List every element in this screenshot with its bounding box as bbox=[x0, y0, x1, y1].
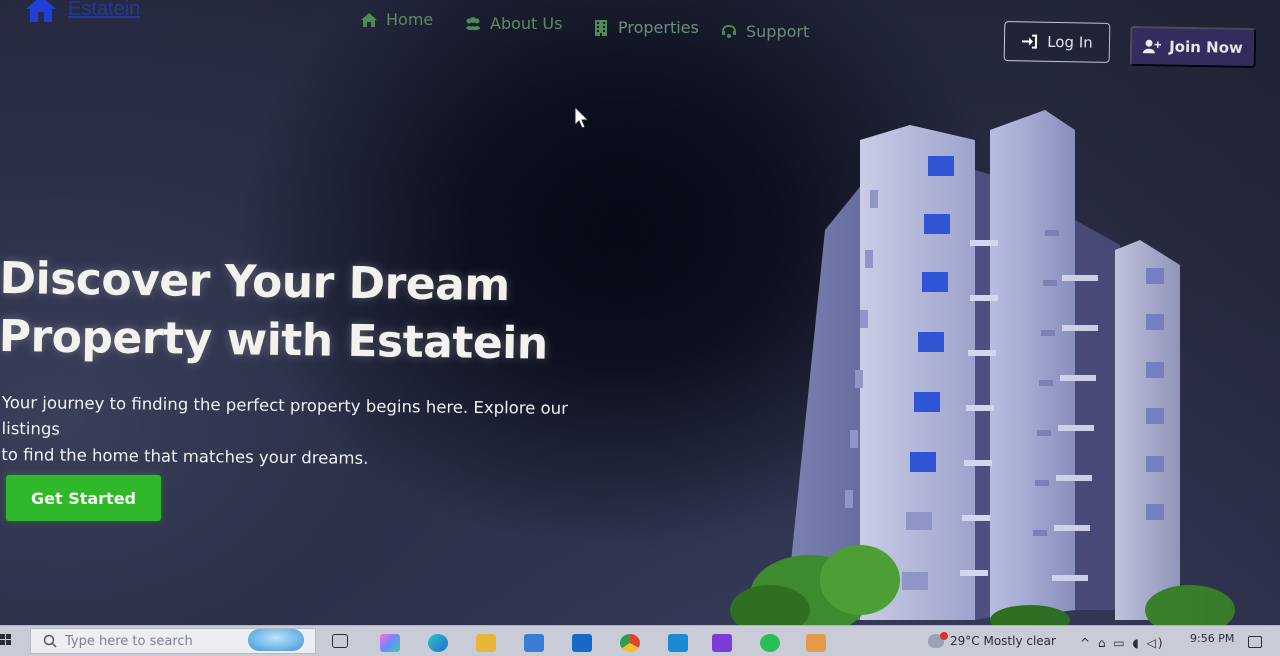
nav-properties[interactable]: Properties bbox=[592, 18, 699, 37]
hero-title-line-1: Discover Your Dream bbox=[0, 252, 511, 312]
login-button[interactable]: Log In bbox=[1003, 21, 1111, 63]
hero-subtitle-line-1: Your journey to finding the perfect prop… bbox=[1, 392, 569, 439]
brand-name: Estatein bbox=[68, 0, 141, 20]
hero-building-image bbox=[730, 110, 1235, 630]
nav-properties-label: Properties bbox=[618, 18, 699, 37]
join-label: Join Now bbox=[1169, 37, 1243, 57]
taskbar-search-placeholder: Type here to search bbox=[65, 633, 193, 649]
chrome-icon[interactable] bbox=[620, 634, 640, 652]
app-icon[interactable] bbox=[806, 634, 826, 652]
weather-icon bbox=[928, 632, 948, 648]
edge-browser-icon[interactable] bbox=[428, 634, 448, 652]
nav-support[interactable]: Support bbox=[720, 22, 809, 41]
windows-taskbar: Type here to search 29°C Mostly clear ^ … bbox=[0, 625, 1280, 656]
taskbar-weather[interactable]: 29°C Mostly clear bbox=[928, 632, 1056, 648]
hero-title: Discover Your Dream Property with Estate… bbox=[0, 250, 560, 374]
vscode-icon[interactable] bbox=[668, 634, 688, 652]
search-icon bbox=[43, 634, 57, 648]
get-started-button[interactable]: Get Started bbox=[6, 475, 161, 521]
home-logo-icon bbox=[26, 0, 56, 22]
join-button[interactable]: Join Now bbox=[1129, 25, 1257, 69]
nav-about-label: About Us bbox=[490, 14, 563, 33]
weather-text: 29°C Mostly clear bbox=[950, 634, 1056, 648]
get-started-label: Get Started bbox=[30, 488, 136, 508]
intellij-icon[interactable] bbox=[712, 634, 732, 652]
taskbar-clock[interactable]: 9:56 PM bbox=[1190, 632, 1234, 645]
nav-home-label: Home bbox=[386, 10, 434, 29]
user-plus-icon bbox=[1143, 39, 1162, 54]
home-icon bbox=[361, 12, 377, 27]
headset-icon bbox=[722, 24, 736, 38]
file-explorer-icon[interactable] bbox=[476, 634, 496, 652]
nav-home[interactable]: Home bbox=[360, 10, 433, 29]
task-view-icon[interactable] bbox=[332, 634, 348, 648]
sign-in-icon bbox=[1022, 34, 1038, 49]
mouse-cursor-icon bbox=[574, 106, 590, 129]
building-icon bbox=[595, 19, 607, 36]
hero-subtitle-line-2: to find the home that matches your dream… bbox=[1, 444, 369, 468]
whatsapp-icon[interactable] bbox=[760, 634, 780, 652]
hero-title-line-2: Property with Estatein bbox=[0, 310, 549, 370]
brand-logo[interactable]: Estatein bbox=[24, 0, 140, 24]
login-label: Log In bbox=[1047, 32, 1093, 52]
outlook-icon[interactable] bbox=[572, 634, 592, 652]
windows-start-icon[interactable] bbox=[0, 634, 12, 646]
copilot-icon[interactable] bbox=[380, 634, 400, 652]
nav-support-label: Support bbox=[746, 22, 810, 41]
hero-subtitle: Your journey to finding the perfect prop… bbox=[1, 390, 622, 474]
notification-icon[interactable] bbox=[1248, 636, 1262, 648]
nav-about[interactable]: About Us bbox=[464, 14, 562, 33]
users-icon bbox=[466, 16, 480, 30]
store-icon[interactable] bbox=[524, 634, 544, 652]
